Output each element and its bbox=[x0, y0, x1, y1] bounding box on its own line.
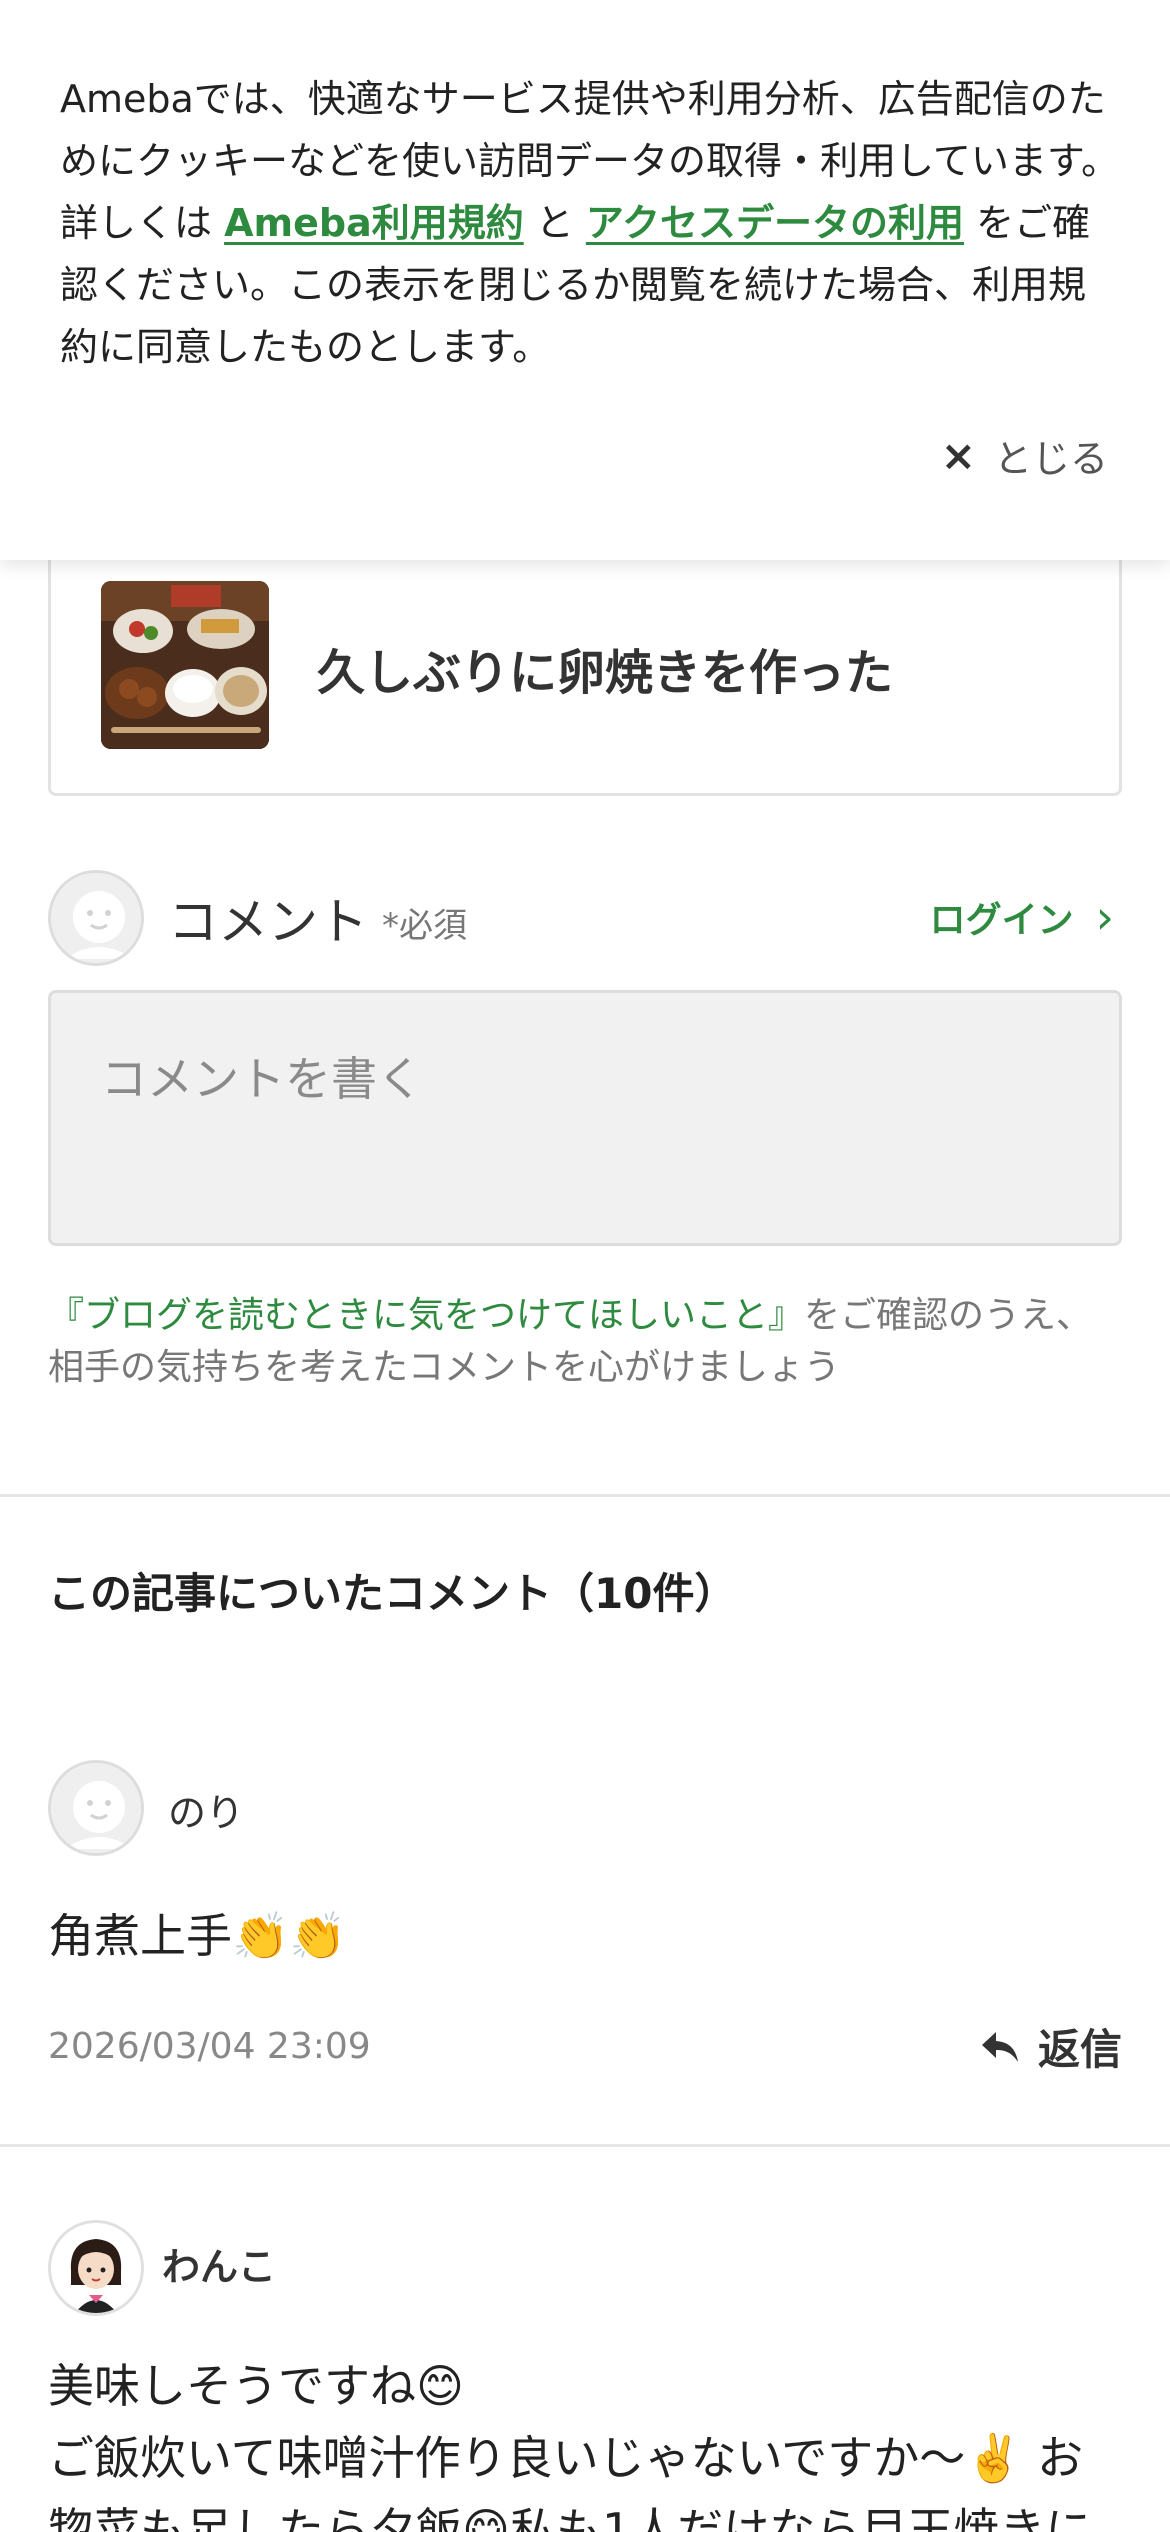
cookie-notice-text: Amebaでは、快適なサービス提供や利用分析、広告配信のためにクッキーなどを使い… bbox=[60, 68, 1120, 378]
comment-date: 2026/03/04 23:09 bbox=[48, 2026, 371, 2067]
comment-divider bbox=[0, 2144, 1170, 2147]
cookie-banner: Amebaでは、快適なサービス提供や利用分析、広告配信のためにクッキーなどを使い… bbox=[0, 0, 1170, 560]
guideline-link[interactable]: 『ブログを読むときに気をつけてほしいこと』 bbox=[48, 1295, 804, 1336]
comment-body: 美味しそうですね😊 ご飯炊いて味噌汁作り良いじゃないですか〜✌️ お 惣菜も足し… bbox=[48, 2350, 1138, 2532]
section-divider bbox=[0, 1494, 1170, 1497]
comment-input[interactable] bbox=[51, 993, 1119, 1243]
comment-line: ご飯炊いて味噌汁作り良いじゃないですか〜✌️ お bbox=[48, 2431, 1084, 2485]
comments-section-title: この記事についたコメント（10件） bbox=[48, 1569, 737, 1618]
comment-line: 美味しそうですね😊 bbox=[48, 2359, 464, 2413]
cookie-close-button[interactable]: × とじる bbox=[941, 420, 1108, 490]
login-link[interactable]: ログイン › bbox=[930, 890, 1114, 944]
commenter-avatar[interactable] bbox=[48, 2220, 144, 2316]
default-avatar bbox=[48, 870, 144, 966]
commenter-avatar[interactable] bbox=[48, 1760, 144, 1856]
access-data-link[interactable]: アクセスデータの利用 bbox=[586, 201, 964, 245]
ameba-terms-link[interactable]: Ameba利用規約 bbox=[224, 201, 524, 245]
login-label: ログイン bbox=[929, 900, 1074, 941]
comment-input-box[interactable] bbox=[48, 990, 1122, 1246]
page: Amebaでは、快適なサービス提供や利用分析、広告配信のためにクッキーなどを使い… bbox=[0, 0, 1170, 2532]
related-article-card[interactable]: 久しぶりに卵焼きを作った bbox=[48, 520, 1122, 796]
reply-button[interactable]: 返信 bbox=[980, 2016, 1122, 2077]
chevron-right-icon: › bbox=[1095, 890, 1114, 944]
comment-body: 角煮上手👏👏 bbox=[48, 1909, 347, 1963]
comment-label: コメント bbox=[168, 893, 368, 951]
comment-guideline: 『ブログを読むときに気をつけてほしいこと』をご確認のうえ、相手の気持ちを考えたコ… bbox=[48, 1290, 1128, 1394]
close-label: とじる bbox=[993, 436, 1108, 481]
reply-icon bbox=[981, 2031, 1018, 2062]
cookie-text-part: と bbox=[523, 201, 586, 245]
comment-line: 惣菜も足したら夕飯😋私も1人だけなら目玉焼きに bbox=[48, 2503, 1092, 2532]
article-title[interactable]: 久しぶりに卵焼きを作った bbox=[317, 633, 893, 703]
reply-label: 返信 bbox=[1037, 2025, 1122, 2074]
commenter-name[interactable]: わんこ bbox=[162, 2236, 276, 2291]
commenter-name[interactable]: のり bbox=[168, 1782, 244, 1837]
close-icon: × bbox=[940, 430, 976, 480]
required-marker: *必須 bbox=[382, 906, 467, 946]
article-thumbnail bbox=[101, 581, 269, 749]
